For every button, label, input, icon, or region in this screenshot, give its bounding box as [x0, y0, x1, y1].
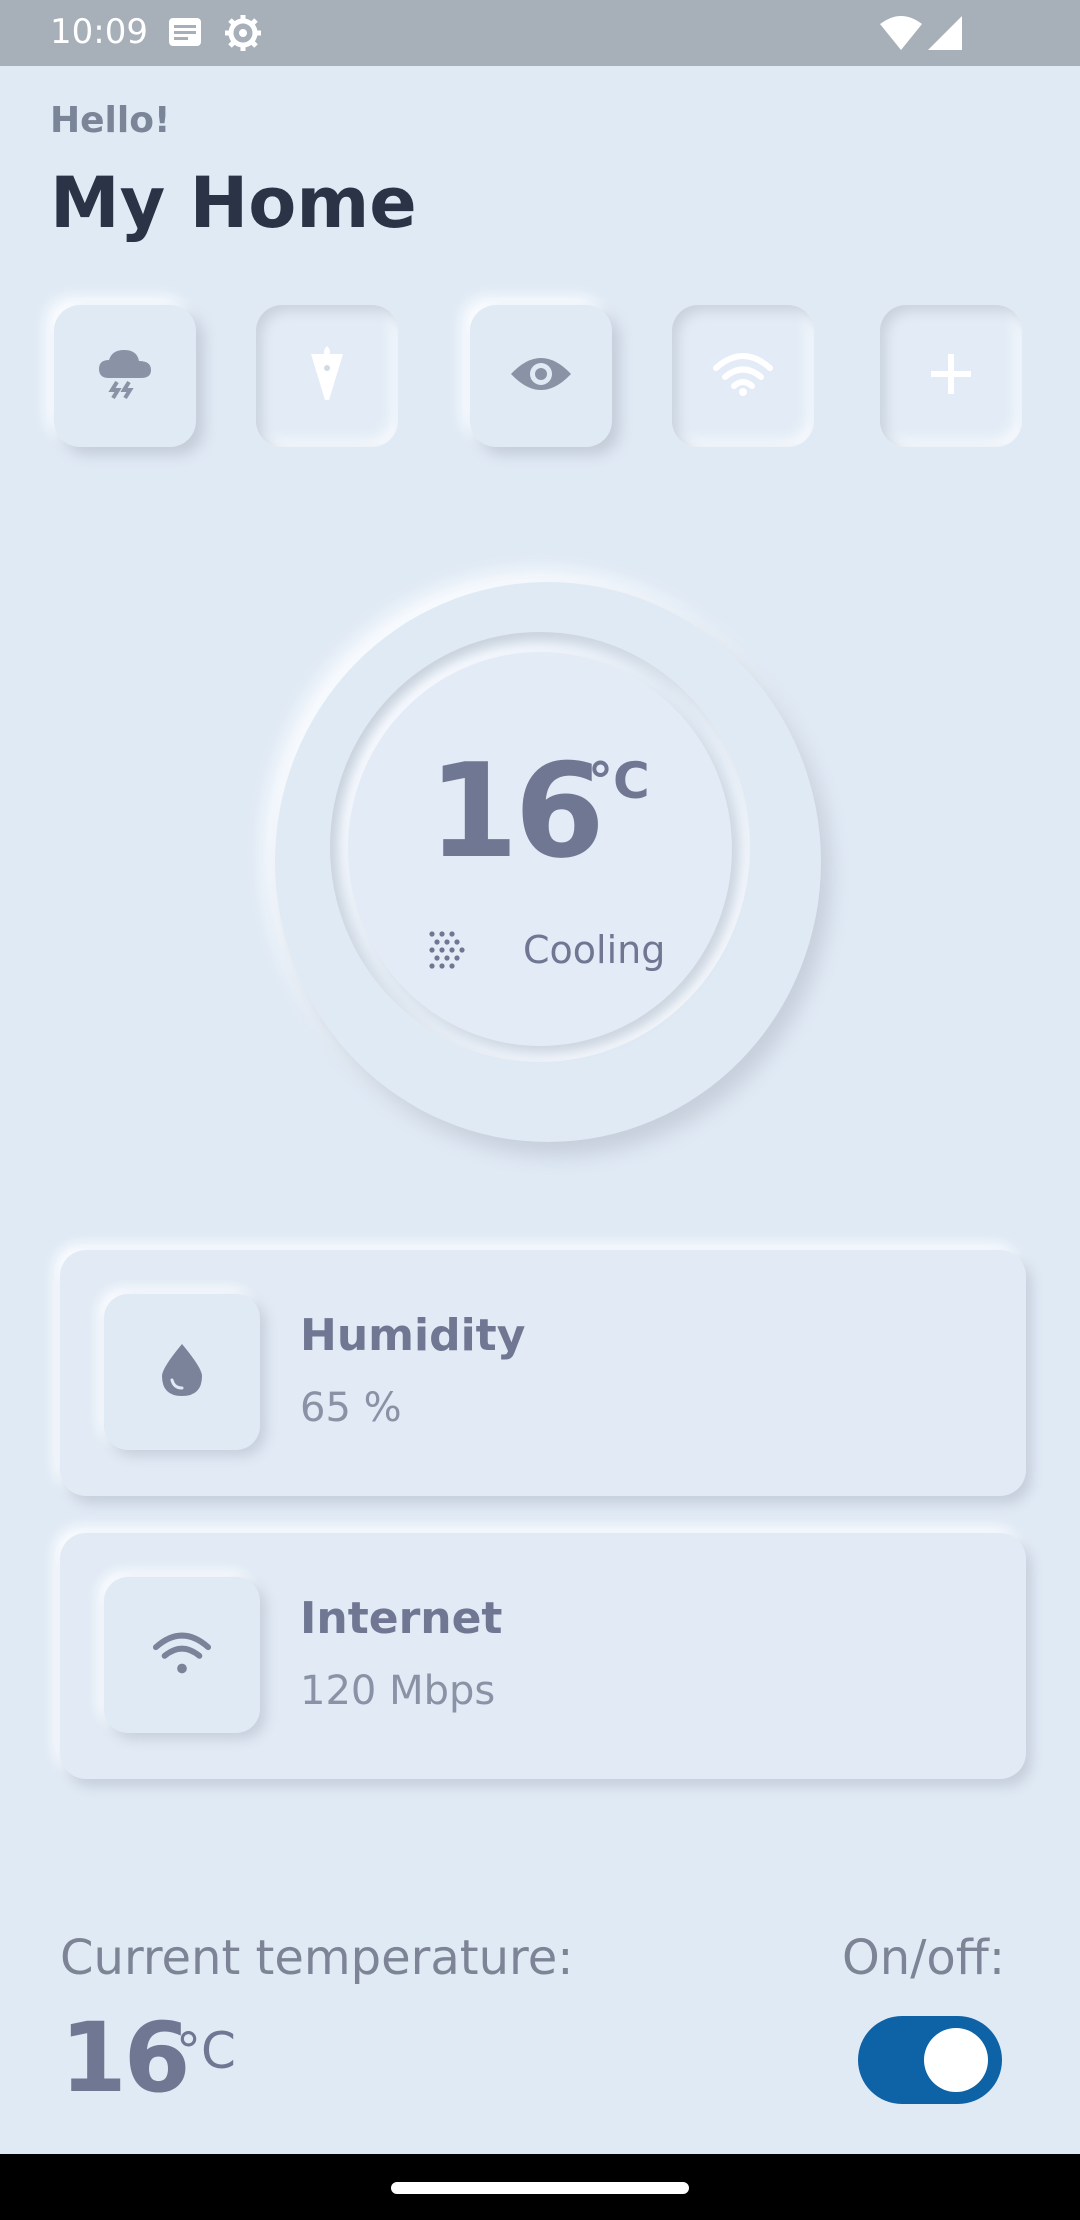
humidity-icon-box [104, 1294, 260, 1450]
current-temperature-unit: °C [176, 2022, 236, 2080]
page-title: My Home [50, 162, 417, 244]
wifi-icon [880, 16, 922, 50]
status-time: 10:09 [50, 12, 148, 52]
card-value: 120 Mbps [300, 1668, 496, 1714]
card-value: 65 % [300, 1385, 402, 1431]
wifi-icon [712, 352, 774, 400]
thermostat-unit: °C [588, 752, 650, 810]
home-gesture-handle[interactable] [391, 2182, 689, 2194]
wifi-button[interactable] [672, 305, 814, 447]
current-temperature-label: Current temperature: [60, 1930, 574, 1986]
onoff-label: On/off: [842, 1930, 1005, 1986]
settings-icon [224, 14, 262, 52]
card-title: Humidity [300, 1310, 526, 1361]
storm-cloud-icon [95, 344, 155, 408]
torch-icon [307, 344, 347, 408]
internet-icon-box [104, 1577, 260, 1733]
signal-icon [928, 16, 962, 50]
power-toggle[interactable] [858, 2016, 1002, 2104]
toggle-knob [924, 2028, 988, 2092]
thermostat-temperature: 16 [428, 735, 605, 887]
status-bar: 10:09 [0, 0, 1080, 66]
wifi-icon [152, 1631, 212, 1679]
current-temperature-value: 16 [60, 2002, 191, 2114]
water-drop-icon [158, 1342, 206, 1402]
notes-icon [168, 17, 202, 47]
navigation-bar [0, 2154, 1080, 2220]
card-title: Internet [300, 1593, 503, 1644]
humidity-card[interactable]: Humidity 65 % [60, 1250, 1026, 1496]
internet-card[interactable]: Internet 120 Mbps [60, 1533, 1026, 1779]
visibility-button[interactable] [470, 305, 612, 447]
greeting-text: Hello! [50, 100, 171, 141]
add-button[interactable] [880, 305, 1022, 447]
dots-grid-icon [426, 928, 470, 976]
weather-button[interactable] [54, 305, 196, 447]
thermostat-mode: Cooling [523, 928, 666, 972]
eye-icon [509, 354, 573, 398]
torch-button[interactable] [256, 305, 398, 447]
plus-icon [929, 352, 973, 400]
